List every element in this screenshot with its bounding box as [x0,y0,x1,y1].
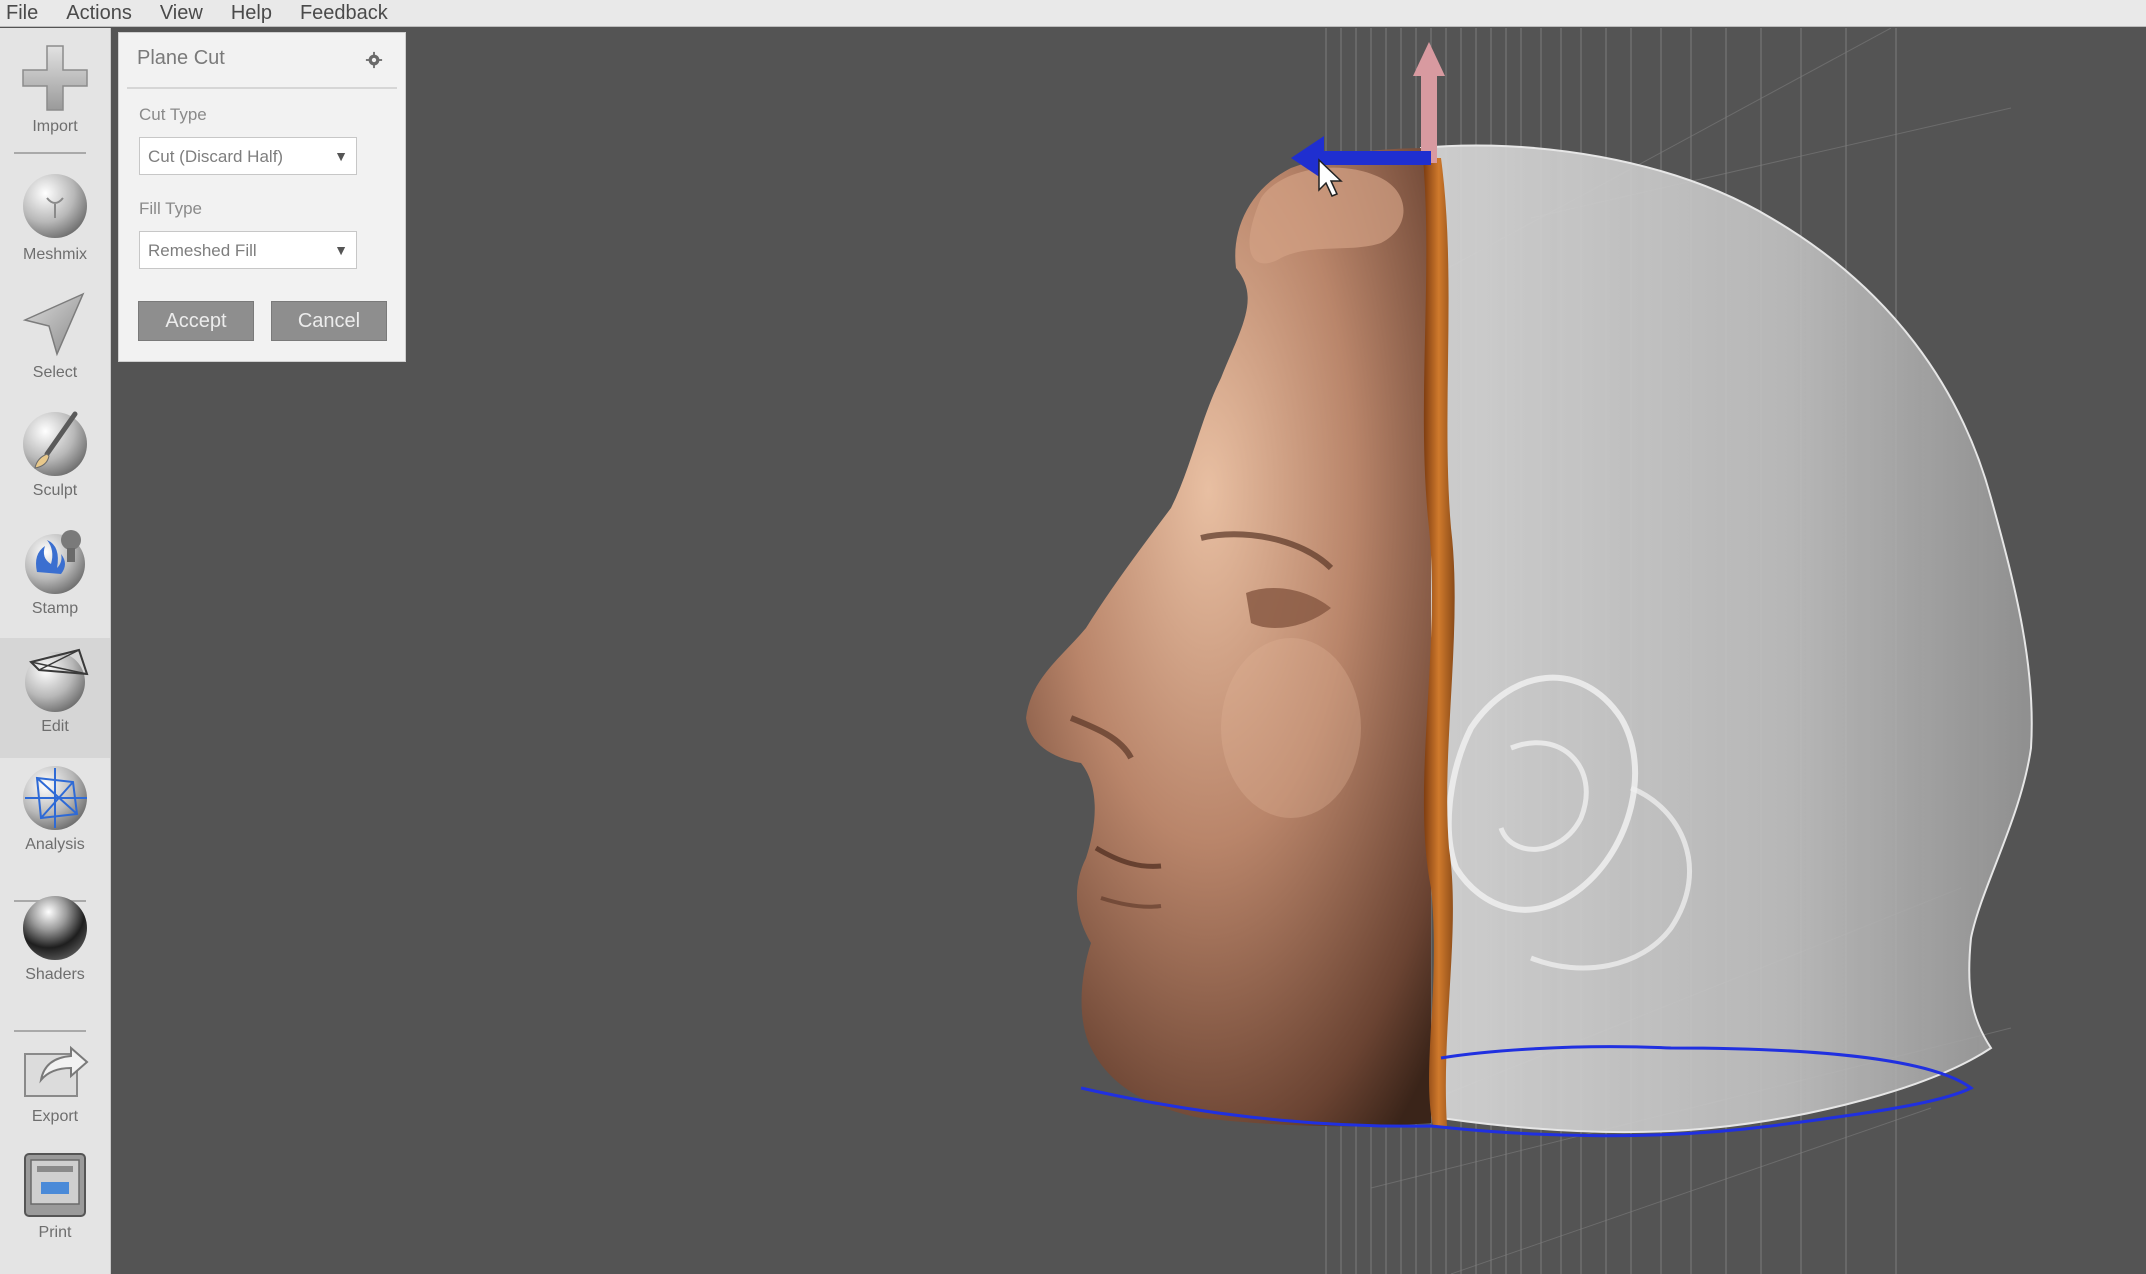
tool-label: Stamp [31,600,79,617]
accept-button[interactable]: Accept [138,301,254,341]
cancel-button[interactable]: Cancel [271,301,387,341]
tool-stamp[interactable]: Stamp [0,522,110,618]
tool-label: Import [32,118,78,135]
cut-type-label: Cut Type [139,105,207,124]
gear-icon[interactable] [365,51,383,69]
panel-divider [127,87,397,89]
tool-edit[interactable]: Edit [0,638,110,758]
meshmix-sphere-icon [23,174,87,238]
tool-label: Print [38,1224,72,1241]
tool-label: Meshmix [22,246,87,263]
tool-label: Sculpt [32,482,78,499]
gizmo-translate-pink [1413,42,1445,163]
viewport-3d[interactable] [111,28,2146,1274]
ghost-head-mesh [1419,144,2033,1134]
plane-cut-panel: Plane Cut Cut Type Cut (Discard Half) ▼ … [118,32,406,362]
tool-print[interactable]: Print [0,1146,110,1242]
tool-label: Select [32,364,78,381]
export-icon [24,1045,89,1097]
edit-sphere-icon [25,648,89,712]
tool-label: Analysis [25,836,85,853]
menu-feedback[interactable]: Feedback [300,2,388,24]
fill-type-select[interactable]: Remeshed Fill ▼ [139,231,357,269]
tool-label: Edit [41,718,69,735]
tool-meshmix[interactable]: Meshmix [0,168,110,264]
cut-type-select[interactable]: Cut (Discard Half) ▼ [139,137,357,175]
tool-select[interactable]: Select [0,286,110,382]
select-arrow-icon [22,292,85,357]
tool-label: Shaders [25,966,85,983]
panel-title: Plane Cut [137,47,225,69]
menu-file[interactable]: File [6,2,38,24]
tool-label: Export [31,1108,79,1125]
fill-type-value: Remeshed Fill [148,241,257,260]
chevron-down-icon: ▼ [334,148,348,164]
toolbar-divider [14,152,86,154]
menu-actions[interactable]: Actions [66,2,132,24]
fill-type-label: Fill Type [139,199,202,218]
sculpt-brush-icon [23,411,87,476]
tool-export[interactable]: Export [0,1030,110,1126]
tool-shaders[interactable]: Shaders [0,888,110,984]
shaders-sphere-icon [23,896,87,960]
tool-sculpt[interactable]: Sculpt [0,404,110,500]
tool-analysis[interactable]: Analysis [0,758,110,854]
cut-type-value: Cut (Discard Half) [148,147,284,166]
left-toolbar: Import Meshmix Select Sculpt Stamp Edit … [0,28,111,1274]
face-mesh [1026,148,1431,1127]
menu-help[interactable]: Help [231,2,272,24]
print-icon [24,1153,86,1217]
import-plus-icon [22,45,88,111]
scene-render [1026,28,2033,1274]
menu-bar: File Actions View Help Feedback [0,0,2146,27]
menu-view[interactable]: View [160,2,203,24]
stamp-icon [25,530,85,594]
analysis-mesh-icon [23,766,87,830]
tool-import[interactable]: Import [0,40,110,136]
chevron-down-icon: ▼ [334,242,348,258]
